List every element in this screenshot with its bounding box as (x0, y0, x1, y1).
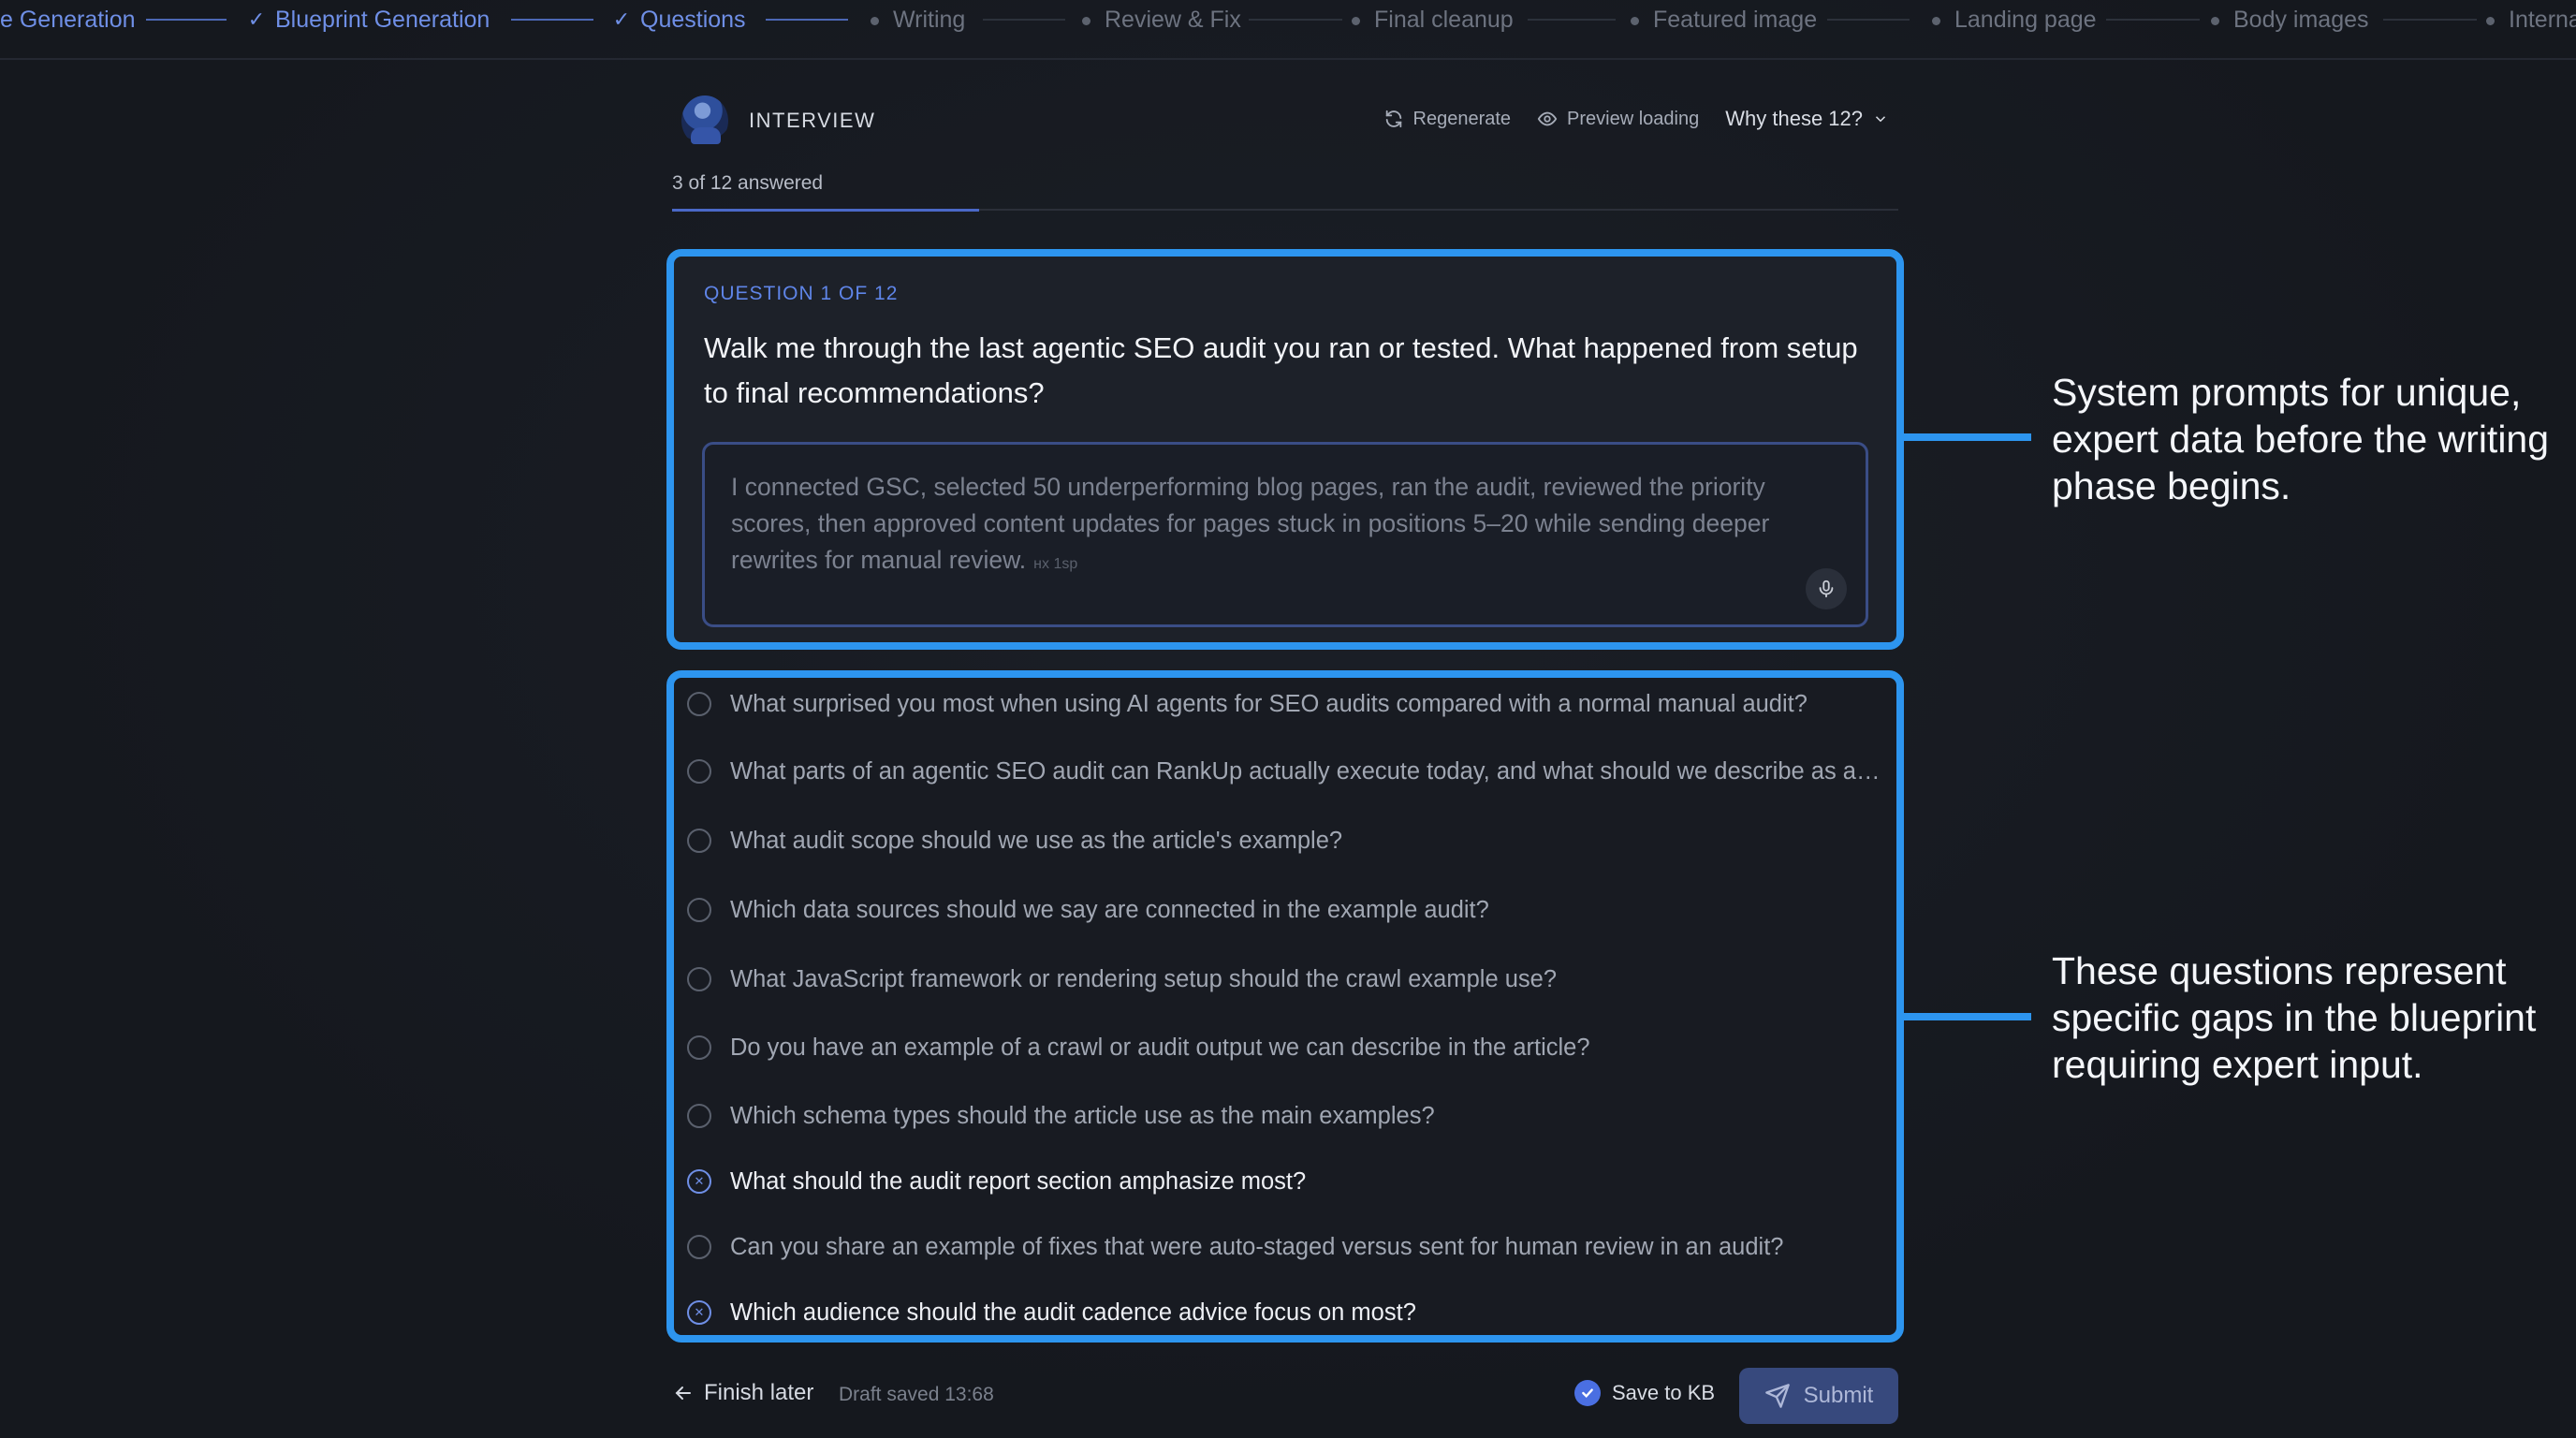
step-10[interactable]: Interna (2479, 6, 2576, 34)
finish-later-button[interactable]: Finish later (672, 1380, 813, 1406)
microphone-icon (1819, 580, 1834, 598)
radio-icon (687, 898, 711, 922)
radio-icon (687, 1035, 711, 1060)
step-connector (146, 19, 227, 21)
save-to-kb-checkbox[interactable]: Save to KB (1574, 1380, 1715, 1406)
dot-icon (1075, 6, 1097, 34)
dot-icon (1344, 6, 1367, 34)
answer-text: I connected GSC, selected 50 underperfor… (731, 473, 1770, 574)
step-connector (2106, 19, 2200, 21)
step-connector (1528, 19, 1616, 21)
why-these-dropdown[interactable]: Why these 12? (1725, 107, 1889, 131)
step-connector (511, 19, 593, 21)
microphone-button[interactable] (1806, 568, 1847, 609)
avatar (681, 95, 728, 146)
pipeline-stepper: e Generation ✓ Blueprint Generation ✓ Ques… (0, 0, 2576, 60)
radio-icon (687, 1235, 711, 1259)
step-9[interactable]: Body images (2203, 6, 2369, 34)
callout-top: System prompts for unique, expert data b… (2052, 371, 2550, 507)
step-connector (1249, 19, 1342, 21)
step-4[interactable]: Writing (863, 6, 965, 34)
radio-icon: ✕ (687, 1169, 711, 1194)
step-5[interactable]: Review & Fix (1075, 6, 1241, 34)
step-1[interactable]: e Generation (0, 6, 136, 34)
arrow-left-icon (675, 1387, 691, 1400)
answer-timestamp: нх 1sp (1033, 556, 1078, 572)
question-counter: QUESTION 1 OF 12 (704, 283, 899, 304)
chevron-down-icon (1875, 116, 1886, 123)
step-connector (2383, 19, 2477, 21)
dot-icon (1623, 6, 1646, 34)
question-item[interactable]: What audit scope should we use as the ar… (687, 822, 1885, 859)
step-connector (1827, 19, 1910, 21)
step-7[interactable]: Featured image (1623, 6, 1817, 34)
question-item[interactable]: What surprised you most when using AI ag… (687, 685, 1885, 723)
page: e Generation ✓ Blueprint Generation ✓ Ques… (0, 0, 2576, 1438)
dot-icon (2203, 6, 2226, 34)
question-item[interactable]: Can you share an example of fixes that w… (687, 1228, 1885, 1266)
radio-icon: ✕ (687, 1300, 711, 1325)
step-3[interactable]: ✓ Questions (610, 6, 746, 34)
refresh-icon (1385, 110, 1401, 128)
step-8[interactable]: Landing page (1925, 6, 2097, 34)
step-2[interactable]: ✓ Blueprint Generation (245, 6, 490, 34)
answer-textarea[interactable]: I connected GSC, selected 50 underperfor… (702, 442, 1868, 627)
submit-button[interactable]: Submit (1739, 1368, 1898, 1424)
progress-bar (672, 209, 1898, 212)
radio-icon (687, 692, 711, 716)
question-item[interactable]: What parts of an agentic SEO audit can R… (687, 753, 1885, 790)
question-text: Walk me through the last agentic SEO aud… (704, 331, 1858, 409)
regenerate-button[interactable]: Regenerate (1383, 109, 1511, 130)
radio-icon (687, 967, 711, 991)
page-title: INTERVIEW (749, 109, 876, 132)
eye-icon (1537, 111, 1558, 126)
checkbox-checked-icon (1574, 1380, 1601, 1406)
dot-icon (863, 6, 886, 34)
send-icon (1764, 1384, 1790, 1408)
callout-connector-bottom (1904, 1013, 2031, 1020)
draft-status: Draft saved 13:68 (839, 1384, 994, 1405)
dot-icon (1925, 6, 1947, 34)
step-6[interactable]: Final cleanup (1344, 6, 1514, 34)
preview-loading-button[interactable]: Preview loading (1537, 109, 1699, 130)
header-actions: Regenerate Preview loading Why these 12? (1383, 107, 1889, 131)
radio-icon (687, 829, 711, 853)
dot-icon (2479, 6, 2501, 34)
question-item[interactable]: What JavaScript framework or rendering s… (687, 961, 1885, 998)
radio-icon (687, 1104, 711, 1128)
question-item[interactable]: Which schema types should the article us… (687, 1097, 1885, 1135)
question-item[interactable]: ✕ What should the audit report section am… (687, 1163, 1885, 1200)
question-item[interactable]: Do you have an example of a crawl or aud… (687, 1029, 1885, 1066)
progress-text: 3 of 12 answered (672, 172, 824, 194)
question-item[interactable]: ✕ Which audience should the audit cadence… (687, 1294, 1885, 1331)
callout-connector-top (1904, 433, 2031, 441)
check-icon: ✓ (612, 7, 631, 31)
step-connector (766, 19, 848, 21)
callout-bottom: These questions represent specific gaps … (2052, 949, 2537, 1086)
progress-fill (672, 209, 979, 212)
question-item[interactable]: Which data sources should we say are con… (687, 891, 1885, 929)
check-icon: ✓ (247, 7, 266, 31)
step-connector (983, 19, 1065, 21)
radio-icon (687, 759, 711, 784)
